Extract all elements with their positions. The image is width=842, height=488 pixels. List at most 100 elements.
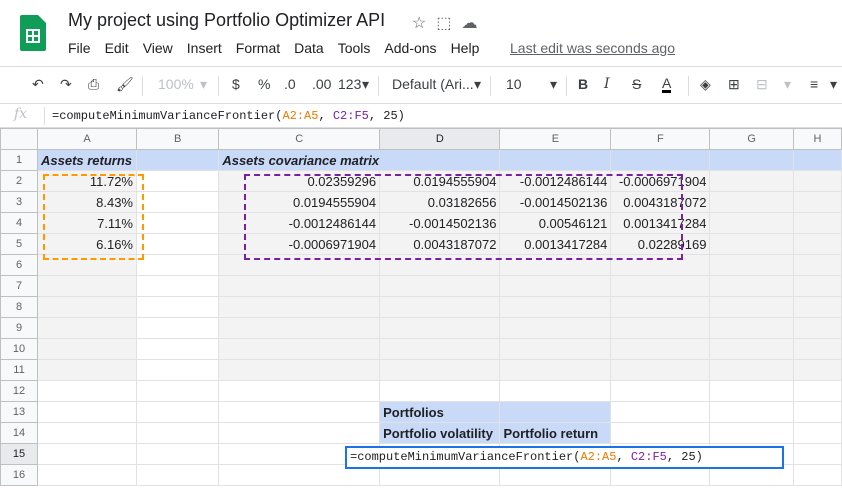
cell-d5[interactable]: 0.0043187072 [379, 233, 501, 255]
cell[interactable] [610, 380, 711, 402]
menu-tools[interactable]: Tools [338, 40, 371, 56]
italic-button[interactable]: I [604, 76, 610, 92]
select-all-corner[interactable] [0, 128, 38, 150]
row-header-12[interactable]: 12 [0, 380, 38, 402]
cell[interactable] [37, 317, 137, 339]
increase-decimals-button[interactable]: .00 [312, 76, 331, 92]
cell-d14[interactable]: Portfolio volatility [379, 422, 501, 444]
cell[interactable] [37, 443, 137, 465]
print-icon[interactable]: ⎙ [88, 76, 99, 93]
percent-button[interactable]: % [258, 76, 270, 92]
cell[interactable] [709, 401, 794, 423]
cell[interactable] [37, 359, 137, 381]
cell-g4[interactable] [709, 212, 794, 234]
merge-chevron-icon[interactable]: ▾ [784, 76, 791, 93]
bold-button[interactable]: B [578, 76, 588, 92]
col-header-a[interactable]: A [37, 128, 137, 150]
currency-button[interactable]: $ [232, 76, 240, 92]
cloud-saved-icon[interactable]: ☁ [461, 13, 477, 33]
star-icon[interactable]: ☆ [412, 13, 426, 33]
cell[interactable] [218, 338, 381, 360]
cell-b5[interactable] [135, 233, 220, 255]
cell-e13[interactable] [499, 401, 612, 423]
cell-d13[interactable]: Portfolios [379, 401, 501, 423]
cell-c4[interactable]: -0.0012486144 [218, 212, 381, 234]
menu-file[interactable]: File [68, 40, 91, 56]
col-header-c[interactable]: C [218, 128, 381, 150]
cell[interactable] [379, 464, 501, 486]
cell[interactable] [37, 380, 137, 402]
cell-h5[interactable] [792, 233, 842, 255]
cell[interactable] [709, 296, 794, 318]
cell-c2[interactable]: 0.02359296 [218, 170, 381, 192]
cell[interactable] [135, 401, 220, 423]
cell-e1[interactable] [499, 149, 612, 171]
cell[interactable] [709, 359, 794, 381]
row-header-13[interactable]: 13 [0, 401, 38, 423]
row-header-10[interactable]: 10 [0, 338, 38, 360]
row-header-2[interactable]: 2 [0, 170, 38, 192]
cell-a5[interactable]: 6.16% [37, 233, 137, 255]
cell[interactable] [379, 380, 501, 402]
cell-g2[interactable] [709, 170, 794, 192]
menu-data[interactable]: Data [294, 40, 324, 56]
font-chevron-icon[interactable]: ▾ [474, 76, 481, 93]
cell[interactable] [379, 275, 501, 297]
cell[interactable] [37, 296, 137, 318]
cell-c1[interactable]: Assets covariance matrix [218, 149, 381, 171]
decrease-decimals-button[interactable]: .0 [284, 76, 296, 92]
cell-g1[interactable] [709, 149, 794, 171]
cell-e2[interactable]: -0.0012486144 [499, 170, 612, 192]
col-header-g[interactable]: G [709, 128, 794, 150]
cell[interactable] [135, 380, 220, 402]
cell[interactable] [379, 296, 501, 318]
menu-addons[interactable]: Add-ons [384, 40, 436, 56]
zoom-select[interactable]: 100% [158, 76, 194, 92]
zoom-chevron-icon[interactable]: ▾ [200, 76, 207, 93]
cell[interactable] [135, 254, 220, 276]
cell-e4[interactable]: 0.00546121 [499, 212, 612, 234]
menu-format[interactable]: Format [236, 40, 280, 56]
merge-cells-icon[interactable]: ⊟ [756, 76, 768, 93]
cell-a4[interactable]: 7.11% [37, 212, 137, 234]
row-header-3[interactable]: 3 [0, 191, 38, 213]
cell[interactable] [499, 275, 612, 297]
cell[interactable] [218, 443, 381, 465]
cell[interactable] [499, 338, 612, 360]
cell[interactable] [37, 338, 137, 360]
cell[interactable] [379, 317, 501, 339]
cell[interactable] [610, 275, 711, 297]
col-header-f[interactable]: F [610, 128, 711, 150]
row-header-11[interactable]: 11 [0, 359, 38, 381]
cell-a2[interactable]: 11.72% [37, 170, 137, 192]
font-size-chevron-icon[interactable]: ▾ [550, 76, 557, 93]
cell[interactable] [37, 275, 137, 297]
cell-d3[interactable]: 0.03182656 [379, 191, 501, 213]
cell[interactable] [792, 338, 842, 360]
more-formats-chevron-icon[interactable]: ▾ [362, 76, 369, 93]
cell-e14[interactable]: Portfolio return [499, 422, 612, 444]
cell-b4[interactable] [135, 212, 220, 234]
cell[interactable] [379, 359, 501, 381]
paint-format-icon[interactable]: 🖌 [116, 76, 134, 93]
cell[interactable] [610, 317, 711, 339]
cell-g5[interactable] [709, 233, 794, 255]
cell[interactable] [610, 338, 711, 360]
sheets-logo-icon[interactable] [20, 15, 46, 51]
row-header-16[interactable]: 16 [0, 464, 38, 486]
cell[interactable] [135, 422, 220, 444]
cell[interactable] [610, 401, 711, 423]
cell-d2[interactable]: 0.0194555904 [379, 170, 501, 192]
cell-g3[interactable] [709, 191, 794, 213]
menu-insert[interactable]: Insert [187, 40, 222, 56]
fill-color-icon[interactable]: ◈ [700, 76, 711, 93]
cell[interactable] [135, 443, 220, 465]
row-header-5[interactable]: 5 [0, 233, 38, 255]
cell[interactable] [792, 443, 842, 465]
cell[interactable] [37, 254, 137, 276]
cell[interactable] [792, 464, 842, 486]
cell[interactable] [709, 317, 794, 339]
cell[interactable] [709, 338, 794, 360]
cell-h2[interactable] [792, 170, 842, 192]
cell-c3[interactable]: 0.0194555904 [218, 191, 381, 213]
